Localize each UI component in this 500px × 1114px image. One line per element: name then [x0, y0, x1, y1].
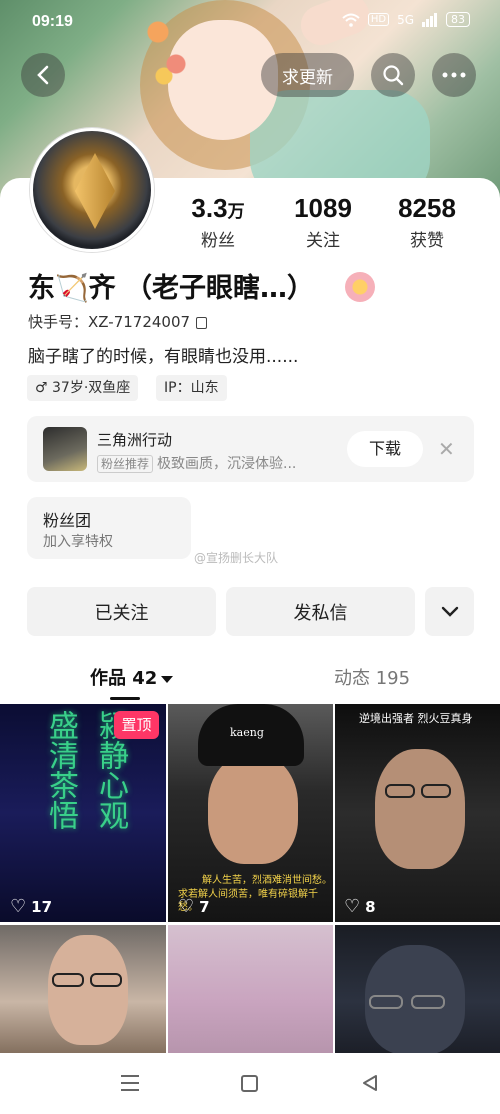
glasses-left	[385, 784, 415, 798]
stat-following-value: 1089	[294, 193, 352, 223]
person-face	[375, 749, 465, 869]
fan-club-title: 粉丝团	[43, 511, 92, 530]
search-button[interactable]	[371, 53, 415, 97]
tab-works-label: 作品 42	[90, 668, 158, 689]
status-icons: HD 5G 83	[342, 12, 470, 27]
fan-club-subtitle: 加入享特权	[43, 534, 113, 550]
glasses-left	[369, 995, 403, 1009]
more-dots-icon	[442, 72, 466, 78]
poster-title: 逆境出强者 烈火豆真身	[359, 712, 473, 725]
calligraphy-char: 清	[43, 740, 78, 770]
video-thumbnail-3[interactable]: 逆境出强者 烈火豆真身	[335, 704, 500, 922]
profile-bio: 脑子瞎了的时候，有眼睛也没用......	[28, 347, 299, 367]
cap-logo: kaeng	[230, 726, 264, 739]
menu-icon[interactable]	[121, 1075, 139, 1091]
watermark: @宣扬删长大队	[194, 551, 279, 565]
close-icon[interactable]: ✕	[438, 437, 455, 461]
stat-fans[interactable]: 3.3万 粉丝	[173, 193, 263, 251]
hd-badge: HD	[367, 13, 390, 26]
likes-count-1: ♡ 17	[10, 896, 52, 917]
likes-value: 7	[199, 897, 210, 916]
calligraphy-char: 观	[93, 800, 128, 830]
signal-icon	[422, 12, 437, 27]
profile-name: 东🏹齐 （老子眼瞎…）	[28, 273, 315, 304]
ad-thumbnail	[43, 427, 87, 471]
system-nav-bar	[0, 1056, 500, 1114]
video-thumbnail-6[interactable]	[335, 925, 500, 1053]
ad-pill: 粉丝推荐	[97, 455, 154, 473]
ad-title: 三角洲行动	[97, 431, 173, 449]
back-button[interactable]	[21, 53, 65, 97]
more-button[interactable]	[432, 53, 476, 97]
back-triangle-icon[interactable]	[362, 1074, 378, 1097]
ad-banner[interactable]: 三角洲行动 粉丝推荐 极致画质，沉浸体验... 下载 ✕	[27, 416, 474, 482]
avatar[interactable]	[30, 128, 154, 252]
kuaishou-id-text: 快手号：XZ-71724007	[28, 313, 191, 331]
stat-fans-value: 3.3	[191, 193, 228, 223]
calligraphy-char: 茶	[43, 770, 78, 800]
tab-dynamics[interactable]: 动态 195	[334, 664, 410, 690]
pinned-badge: 置顶	[114, 711, 159, 739]
fan-club-card[interactable]: 粉丝团 加入享特权	[27, 497, 191, 559]
stat-likes-value: 8258	[398, 193, 456, 223]
ad-subtitle: 粉丝推荐 极致画质，沉浸体验...	[97, 453, 296, 473]
video-caption-line-1: 解人生苦，烈酒难消世间愁。	[202, 875, 332, 886]
stat-fans-label: 粉丝	[201, 231, 235, 251]
stat-following-label: 关注	[306, 231, 340, 251]
download-button[interactable]: 下载	[347, 431, 423, 467]
badge-icon[interactable]	[345, 272, 375, 302]
person-face	[48, 935, 128, 1045]
heart-icon: ♡	[178, 896, 195, 917]
search-icon	[383, 65, 404, 86]
calligraphy-char: 悟	[43, 800, 78, 830]
kuaishou-id: 快手号：XZ-71724007	[28, 311, 208, 332]
status-bar: 09:19 HD 5G 83	[0, 0, 500, 44]
battery-icon: 83	[446, 12, 470, 27]
calligraphy-col-1: 盛清茶悟	[38, 710, 82, 830]
glasses-right	[411, 995, 445, 1009]
ad-desc: 极致画质，沉浸体验...	[157, 456, 297, 472]
wifi-icon	[342, 13, 360, 27]
stat-following[interactable]: 1089 关注	[278, 193, 368, 251]
likes-count-2: ♡ 7	[178, 896, 210, 917]
video-thumbnail-5[interactable]	[168, 925, 333, 1053]
heart-icon: ♡	[344, 896, 361, 917]
tab-works[interactable]: 作品 42	[90, 664, 174, 690]
stat-likes[interactable]: 8258 获赞	[382, 193, 472, 251]
home-icon[interactable]	[241, 1075, 258, 1092]
tab-indicator	[110, 697, 140, 700]
likes-value: 8	[365, 897, 376, 916]
message-button[interactable]: 发私信	[226, 587, 415, 636]
likes-value: 17	[31, 897, 53, 916]
followed-button[interactable]: 已关注	[27, 587, 216, 636]
caret-down-icon	[161, 675, 174, 683]
expand-button[interactable]	[425, 587, 474, 636]
person-face	[208, 754, 298, 864]
request-update-button[interactable]: 求更新	[261, 53, 354, 97]
copy-icon[interactable]	[196, 316, 208, 329]
video-thumbnail-2[interactable]: kaeng 解人生苦，烈酒难消世间愁。 求若解人间须苦，唯有碎银解千愁。	[168, 704, 333, 922]
likes-count-3: ♡ 8	[344, 896, 376, 917]
network-label: 5G	[397, 12, 414, 27]
stat-fans-unit: 万	[227, 202, 245, 221]
video-thumbnail-4[interactable]	[0, 925, 166, 1053]
calligraphy-char: 静	[93, 740, 128, 770]
calligraphy-char: 心	[93, 770, 128, 800]
glasses-left	[52, 973, 84, 987]
heart-icon: ♡	[10, 896, 27, 917]
chevron-left-icon	[37, 65, 49, 85]
glasses-right	[421, 784, 451, 798]
glasses-right	[90, 973, 122, 987]
avatar-emblem	[75, 153, 115, 229]
chevron-down-icon	[441, 606, 458, 617]
calligraphy-char: 盛	[43, 710, 78, 740]
stat-likes-label: 获赞	[410, 231, 444, 251]
status-time: 09:19	[32, 13, 73, 30]
tag-ip-location: IP：山东	[156, 375, 227, 401]
tag-age-zodiac: ♂ 37岁·双鱼座	[27, 375, 139, 401]
